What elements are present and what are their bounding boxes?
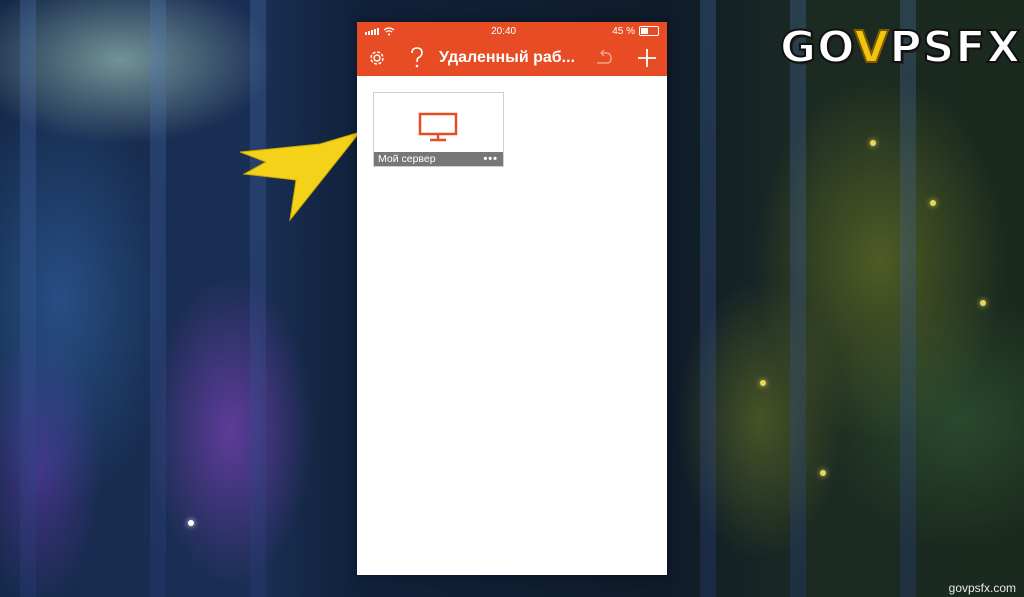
monitor-icon [418,112,458,142]
phone-screen: 20:40 45 % Удаленный раб... Мой сервер •… [357,22,667,575]
battery-icon [638,26,659,36]
server-rack [250,0,266,597]
server-rack [790,0,806,597]
server-light [930,200,936,206]
logo-text-v: V [853,21,890,74]
logo-text-end: PSFX [888,21,1022,74]
server-rack [700,0,716,597]
status-time: 20:40 [491,25,517,37]
nav-bar: Удаленный раб... [357,40,667,76]
help-icon[interactable] [405,40,429,76]
battery-percent: 45 % [612,25,635,37]
logo-text-start: GO [779,21,855,74]
status-bar: 20:40 45 % [357,22,667,40]
tile-footer: Мой сервер ••• [374,152,503,166]
signal-icon [365,27,379,35]
more-options-icon[interactable]: ••• [483,152,498,166]
server-rack [900,0,916,597]
watermark: govpsfx.com [948,581,1016,595]
server-light [870,140,876,146]
wifi-icon [383,26,395,36]
nav-title: Удаленный раб... [439,49,576,66]
server-rack [150,0,166,597]
server-light [188,520,194,526]
server-light [760,380,766,386]
server-rack [20,0,36,597]
refresh-icon[interactable] [593,40,615,76]
brand-logo: GOVPSFX [779,21,1022,82]
server-light [980,300,986,306]
server-tile[interactable]: Мой сервер ••• [373,92,504,167]
add-icon[interactable] [635,40,659,76]
status-left [365,26,395,36]
gear-icon[interactable] [365,40,389,76]
pointer-arrow-icon [239,131,362,222]
status-right: 45 % [612,26,659,37]
server-light [820,470,826,476]
tile-label: Мой сервер [378,153,436,165]
